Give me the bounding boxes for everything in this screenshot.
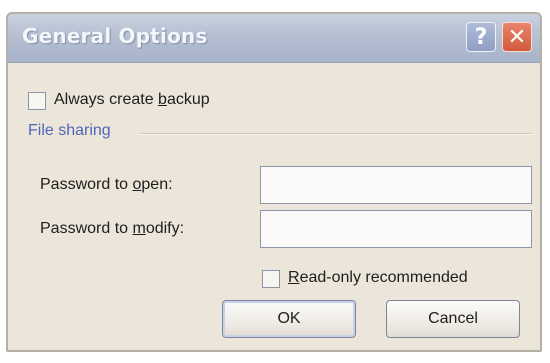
- file-sharing-group-label: File sharing: [28, 122, 111, 139]
- general-options-dialog: General Options ? ✕ Always create backup…: [6, 12, 542, 352]
- ok-button[interactable]: OK: [222, 300, 356, 338]
- dialog-title: General Options: [22, 24, 208, 48]
- password-to-open-input[interactable]: [260, 166, 532, 204]
- cancel-button[interactable]: Cancel: [386, 300, 520, 338]
- always-create-backup-label[interactable]: Always create backup: [54, 91, 210, 109]
- password-to-modify-input[interactable]: [260, 210, 532, 248]
- read-only-recommended-checkbox[interactable]: [262, 270, 280, 288]
- question-mark-icon: ?: [474, 24, 488, 50]
- cancel-button-label: Cancel: [428, 310, 478, 327]
- group-divider: [140, 133, 532, 135]
- ok-button-label: OK: [277, 310, 301, 327]
- close-icon: ✕: [507, 24, 527, 50]
- password-to-open-label: Password to open:: [40, 176, 173, 193]
- title-bar[interactable]: General Options ? ✕: [8, 14, 540, 63]
- password-to-modify-label: Password to modify:: [40, 220, 185, 237]
- always-create-backup-checkbox[interactable]: [28, 92, 46, 110]
- help-button[interactable]: ?: [466, 22, 496, 52]
- read-only-recommended-label[interactable]: Read-only recommended: [288, 269, 468, 287]
- close-button[interactable]: ✕: [502, 22, 532, 52]
